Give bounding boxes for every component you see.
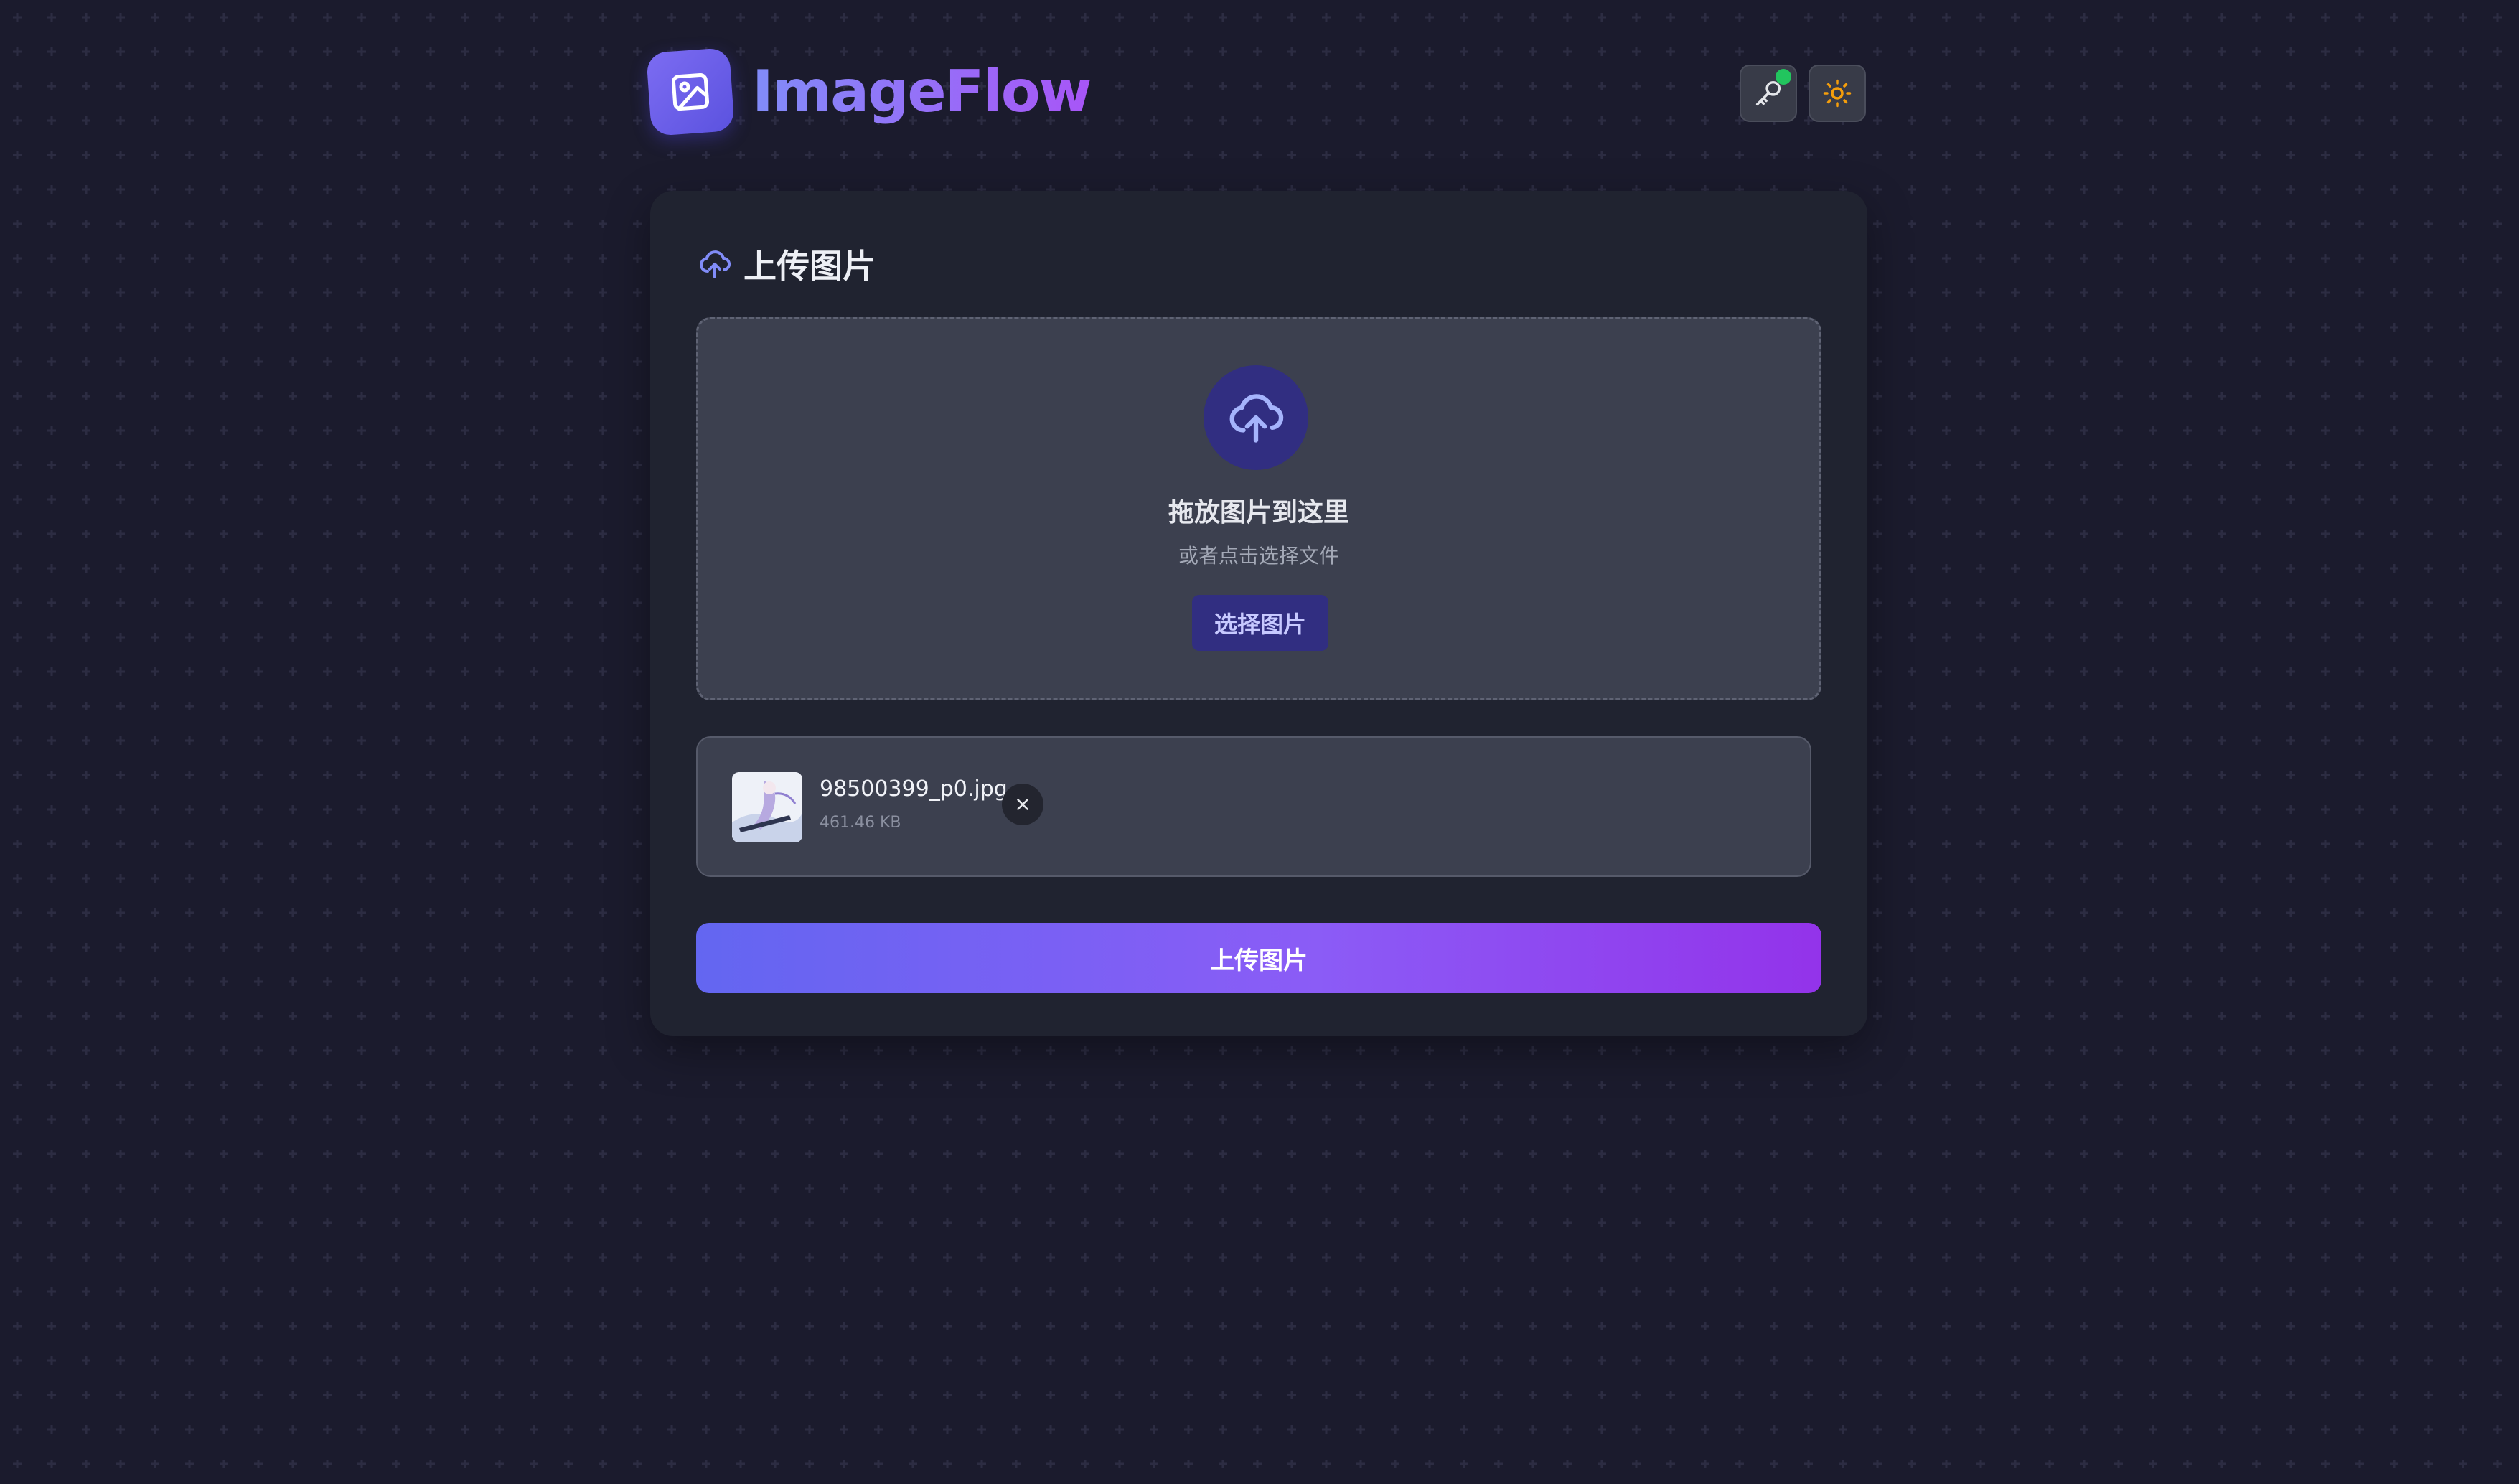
sun-icon	[1823, 79, 1852, 108]
image-icon	[671, 72, 710, 111]
cloud-upload-icon	[700, 250, 731, 278]
file-list: 98500399_p0.jpg 461.46 KB	[696, 736, 1811, 877]
dropzone-subtitle: 或者点击选择文件	[1178, 544, 1339, 568]
upload-card: 上传图片 拖放图片到这里 或者点击选择文件 选择图片 98500399_p0.j…	[650, 191, 1867, 1036]
api-key-button[interactable]	[1740, 65, 1797, 122]
dropzone-icon-circle	[1204, 365, 1308, 470]
dropzone[interactable]: 拖放图片到这里 或者点击选择文件 选择图片	[696, 317, 1821, 700]
card-title-text: 上传图片	[743, 247, 876, 286]
file-name: 98500399_p0.jpg	[820, 776, 1008, 802]
status-indicator	[1776, 69, 1791, 85]
logo	[646, 47, 735, 136]
cloud-upload-icon	[1229, 394, 1284, 443]
file-thumbnail	[732, 772, 802, 842]
dropzone-title: 拖放图片到这里	[1168, 498, 1349, 527]
thumbnail-image	[732, 772, 802, 842]
header: ImageFlow	[646, 47, 1869, 141]
theme-toggle-button[interactable]	[1809, 65, 1866, 122]
brand-name: ImageFlow	[752, 47, 1092, 136]
close-icon	[1017, 799, 1028, 810]
card-title: 上传图片	[698, 235, 876, 293]
file-size: 461.46 KB	[820, 814, 901, 832]
remove-file-button[interactable]	[1002, 784, 1043, 825]
upload-button[interactable]: 上传图片	[696, 923, 1821, 993]
select-image-button[interactable]: 选择图片	[1192, 595, 1328, 651]
